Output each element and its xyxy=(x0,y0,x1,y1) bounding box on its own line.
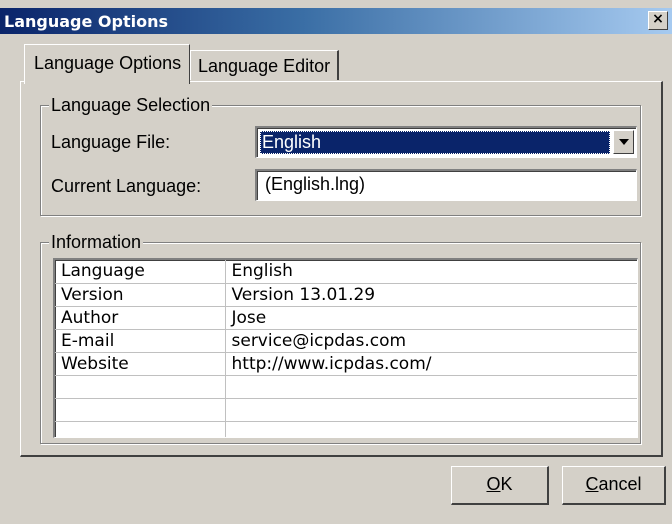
property-value: Version 13.01.29 xyxy=(225,283,637,307)
property-name xyxy=(55,421,226,437)
dropdown-arrow-button[interactable] xyxy=(613,130,634,154)
property-name xyxy=(55,375,226,399)
table-row[interactable]: E-mail service@icpdas.com xyxy=(55,329,637,353)
information-table: Language English Version Version 13.01.2… xyxy=(55,260,637,437)
language-options-dialog: Language Options × Language Options Lang… xyxy=(0,0,672,524)
language-file-selected: English xyxy=(260,131,610,154)
property-name: Language xyxy=(55,260,226,284)
cancel-button[interactable]: Cancel xyxy=(562,466,666,505)
cancel-label-rest: ancel xyxy=(598,474,642,494)
current-language-value: (English.lng) xyxy=(265,174,366,194)
information-legend: Information xyxy=(49,232,144,252)
property-name: Author xyxy=(55,306,226,330)
current-language-field[interactable]: (English.lng) xyxy=(255,169,637,201)
information-group: Information Language English Version Ver… xyxy=(40,232,641,444)
table-row[interactable] xyxy=(55,375,637,399)
table-row[interactable] xyxy=(55,421,637,437)
table-row[interactable] xyxy=(55,398,637,422)
ok-mnemonic: O xyxy=(486,474,501,494)
ok-button[interactable]: OK xyxy=(451,466,549,505)
property-name xyxy=(55,398,226,422)
property-value: English xyxy=(225,260,637,284)
property-name: E-mail xyxy=(55,329,226,353)
information-grid[interactable]: Language English Version Version 13.01.2… xyxy=(53,258,638,438)
cancel-mnemonic: C xyxy=(585,474,599,494)
tab-label: Language Options xyxy=(34,53,182,73)
property-name: Website xyxy=(55,352,226,376)
table-row[interactable]: Website http://www.icpdas.com/ xyxy=(55,352,637,376)
ok-label-rest: K xyxy=(500,474,513,494)
language-selection-legend: Language Selection xyxy=(49,95,213,115)
close-button[interactable]: × xyxy=(648,11,668,30)
table-row[interactable]: Version Version 13.01.29 xyxy=(55,283,637,307)
property-value xyxy=(225,375,637,399)
table-row[interactable]: Language English xyxy=(55,260,637,284)
current-language-label: Current Language: xyxy=(51,176,202,196)
tab-language-options[interactable]: Language Options xyxy=(24,44,190,84)
property-value: service@icpdas.com xyxy=(225,329,637,353)
title-bar[interactable]: Language Options × xyxy=(0,8,672,34)
property-value: Jose xyxy=(225,306,637,330)
language-file-label: Language File: xyxy=(51,132,171,152)
tab-language-editor[interactable]: Language Editor xyxy=(190,50,339,80)
window-title: Language Options xyxy=(4,12,168,31)
property-value xyxy=(225,421,637,437)
tab-label: Language Editor xyxy=(198,56,331,76)
property-value: http://www.icpdas.com/ xyxy=(225,352,637,376)
close-icon: × xyxy=(652,11,664,27)
property-name: Version xyxy=(55,283,226,307)
tab-panel-language-options: Language Selection Language File: Englis… xyxy=(20,81,663,457)
language-selection-group: Language Selection Language File: Englis… xyxy=(40,95,641,216)
table-row[interactable]: Author Jose xyxy=(55,306,637,330)
language-file-dropdown[interactable]: English xyxy=(255,126,637,158)
property-value xyxy=(225,398,637,422)
